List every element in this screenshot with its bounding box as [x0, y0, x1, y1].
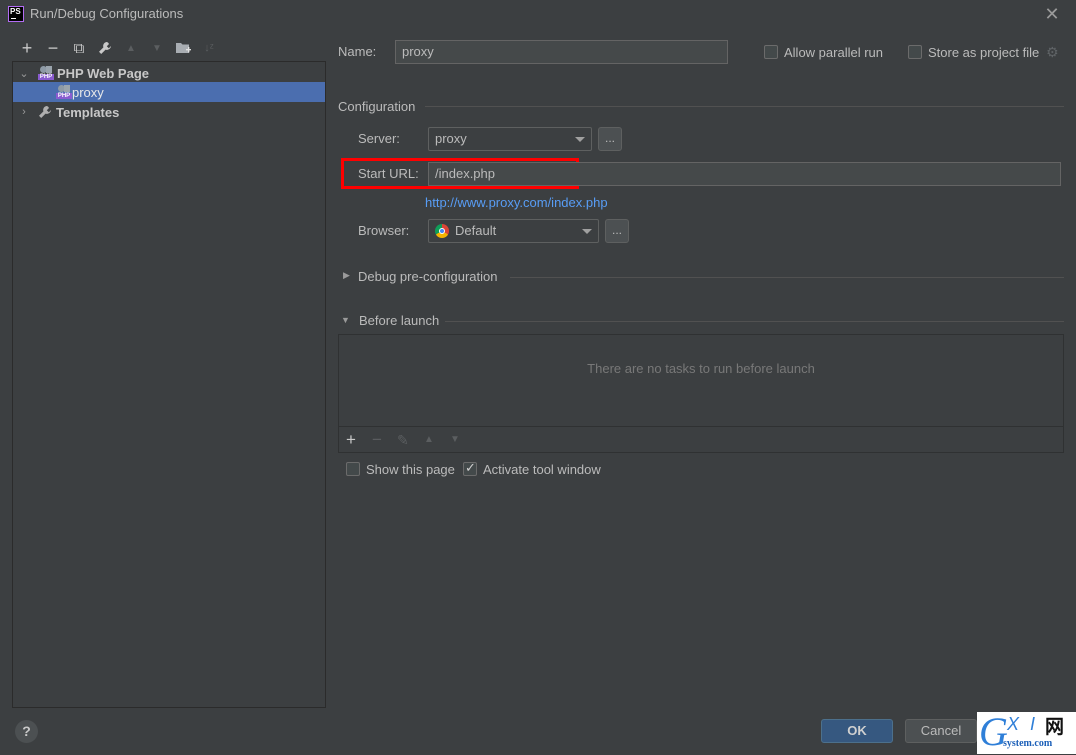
configuration-divider: [425, 106, 1064, 107]
name-input[interactable]: proxy: [395, 40, 728, 64]
tree-item-label: proxy: [72, 84, 104, 100]
name-label: Name:: [338, 44, 377, 59]
wrench-icon[interactable]: [92, 38, 118, 58]
move-up-icon[interactable]: ▲: [118, 38, 144, 58]
move-down-icon[interactable]: ▼: [144, 38, 170, 58]
server-browse-button[interactable]: ...: [598, 127, 622, 151]
browser-browse-button[interactable]: ...: [605, 219, 629, 243]
resolved-url-link[interactable]: http://www.proxy.com/index.php: [425, 195, 608, 210]
before-launch-toolbar-divider: [338, 426, 1064, 427]
config-toolbar: + − ⧉ ▲ ▼ ↓ᶻ: [14, 38, 222, 58]
phpstorm-app-icon: PS: [8, 6, 24, 22]
server-value: proxy: [435, 131, 467, 146]
chevron-down-icon: [575, 137, 585, 142]
tree-group-label: PHP Web Page: [57, 65, 149, 81]
store-as-project-file-label[interactable]: Store as project file: [928, 45, 1039, 60]
chevron-right-icon[interactable]: ›: [18, 106, 30, 118]
browser-dropdown[interactable]: Default: [428, 219, 599, 243]
server-label: Server:: [358, 131, 400, 146]
ok-button[interactable]: OK: [821, 719, 893, 743]
move-task-up-icon[interactable]: ▲: [424, 434, 434, 445]
show-this-page-label[interactable]: Show this page: [366, 462, 455, 477]
window-title: Run/Debug Configurations: [30, 6, 184, 21]
config-tree: ⌄ PHP PHP Web Page PHP proxy › Templates: [12, 61, 326, 708]
show-this-page-checkbox[interactable]: [346, 462, 360, 476]
watermark-xi: X I: [1007, 714, 1039, 734]
start-url-label: Start URL:: [358, 166, 419, 181]
edit-task-icon[interactable]: ✎: [397, 432, 409, 449]
activate-tool-window-checkbox[interactable]: [463, 460, 477, 476]
chevron-down-icon[interactable]: ▼: [341, 315, 350, 325]
tree-item-proxy[interactable]: PHP proxy: [13, 82, 325, 102]
chevron-down-icon: [582, 229, 592, 234]
chrome-icon: [435, 224, 449, 238]
add-task-icon[interactable]: +: [346, 430, 356, 450]
before-launch-divider: [445, 321, 1064, 322]
configuration-header: Configuration: [338, 99, 416, 114]
allow-parallel-run-checkbox[interactable]: [764, 45, 778, 59]
tree-group-templates[interactable]: › Templates: [13, 102, 325, 122]
cancel-button[interactable]: Cancel: [905, 719, 977, 743]
allow-parallel-run-label[interactable]: Allow parallel run: [784, 45, 883, 60]
watermark-logo: G X I 网 system.com: [977, 709, 1076, 754]
debug-preconfiguration-header[interactable]: Debug pre-configuration: [358, 269, 497, 284]
gear-icon[interactable]: ⚙: [1046, 44, 1059, 61]
new-folder-icon[interactable]: [170, 38, 196, 58]
tree-templates-label: Templates: [56, 104, 120, 120]
tree-group-php-web-page[interactable]: ⌄ PHP PHP Web Page: [13, 63, 325, 83]
php-web-page-icon: PHP: [38, 65, 54, 81]
remove-task-icon[interactable]: −: [372, 430, 382, 450]
help-button[interactable]: ?: [15, 720, 38, 743]
watermark-domain: system.com: [1003, 738, 1053, 749]
copy-icon[interactable]: ⧉: [66, 38, 92, 58]
before-launch-empty-text: There are no tasks to run before launch: [587, 361, 815, 376]
wrench-icon: [38, 105, 52, 119]
before-launch-task-list: [338, 334, 1064, 453]
server-dropdown[interactable]: proxy: [428, 127, 592, 151]
sort-icon[interactable]: ↓ᶻ: [196, 38, 222, 58]
browser-value: Default: [455, 223, 497, 238]
close-icon[interactable]: ✕: [1043, 3, 1061, 25]
remove-icon[interactable]: −: [40, 38, 66, 58]
chevron-right-icon[interactable]: ▶: [343, 270, 350, 281]
store-as-project-file-checkbox[interactable]: [908, 45, 922, 59]
before-launch-header[interactable]: Before launch: [359, 313, 439, 328]
watermark-cn: 网: [1045, 717, 1065, 738]
add-icon[interactable]: +: [14, 38, 40, 58]
php-web-page-icon: PHP: [56, 84, 72, 100]
debug-preconfiguration-divider: [510, 277, 1064, 278]
start-url-input[interactable]: /index.php: [428, 162, 1061, 186]
activate-tool-window-label[interactable]: Activate tool window: [483, 462, 601, 477]
title-bar: PS Run/Debug Configurations ✕: [0, 0, 1076, 30]
move-task-down-icon[interactable]: ▼: [450, 434, 460, 445]
browser-label: Browser:: [358, 223, 410, 238]
chevron-down-icon[interactable]: ⌄: [18, 67, 30, 80]
